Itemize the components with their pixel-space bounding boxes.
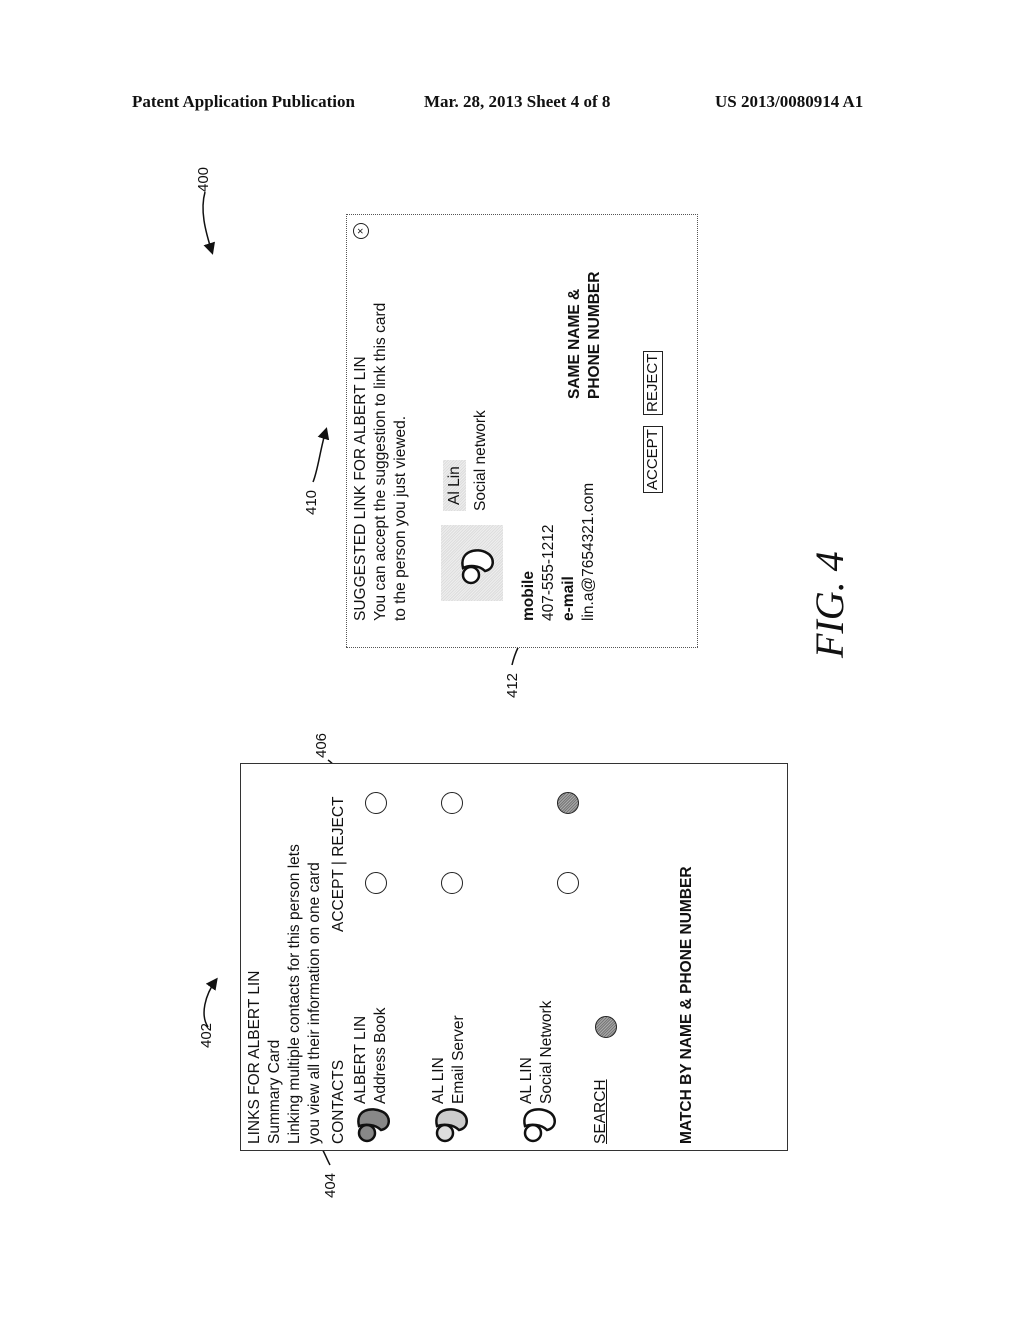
contact-3-reject-radio[interactable] xyxy=(557,792,579,814)
contact-3-source: Social Network xyxy=(538,1000,555,1104)
search-link[interactable]: SEARCH xyxy=(591,1079,610,1144)
email-value: lin.a@7654321.com xyxy=(580,482,597,621)
reason-line-2: PHONE NUMBER xyxy=(586,271,603,399)
suggestion-card: SUGGESTED LINK FOR ALBERT LIN You can ac… xyxy=(346,214,698,648)
person-icon-filled xyxy=(357,1108,390,1143)
suggested-contact-source: Social network xyxy=(472,410,489,511)
links-card-description-1: Linking multiple contacts for this perso… xyxy=(286,844,303,1144)
suggested-avatar xyxy=(441,525,503,601)
person-icon-shaded xyxy=(435,1108,468,1143)
person-icon xyxy=(461,549,494,585)
email-label: e-mail xyxy=(560,576,577,621)
suggestion-line-2: to the person you just viewed. xyxy=(392,415,409,621)
contacts-label: CONTACTS xyxy=(330,1059,347,1144)
reject-button[interactable]: REJECT xyxy=(643,350,663,415)
links-card-description-2: you view all their information on one ca… xyxy=(306,862,323,1144)
figure-label: FIG. 4 xyxy=(807,551,852,658)
links-card-subtitle: Summary Card xyxy=(266,1039,283,1144)
mobile-label: mobile xyxy=(520,571,537,621)
mobile-value: 407-555-1212 xyxy=(540,524,557,621)
contact-3-name: AL LIN xyxy=(518,1057,535,1104)
close-icon[interactable]: × xyxy=(353,223,369,239)
ref-404: 404 xyxy=(322,1172,339,1198)
arrow-410 xyxy=(312,427,330,483)
ref-406: 406 xyxy=(313,732,330,758)
match-note: MATCH BY NAME & PHONE NUMBER xyxy=(678,866,695,1144)
ref-402: 402 xyxy=(198,1022,215,1048)
ref-410: 410 xyxy=(303,489,320,515)
contact-2-name: AL LIN xyxy=(430,1057,447,1104)
suggestion-title: SUGGESTED LINK FOR ALBERT LIN xyxy=(352,356,369,621)
accept-button[interactable]: ACCEPT xyxy=(643,426,663,493)
ref-412: 412 xyxy=(504,672,521,698)
ref-400: 400 xyxy=(195,166,212,192)
contact-1-reject-radio[interactable] xyxy=(365,792,387,814)
contact-1-accept-radio[interactable] xyxy=(365,872,387,894)
person-icon-outline xyxy=(523,1108,556,1143)
links-card-title: LINKS FOR ALBERT LIN xyxy=(246,970,263,1144)
contact-1-source: Address Book xyxy=(372,1007,389,1105)
contact-2-accept-radio[interactable] xyxy=(441,872,463,894)
arrow-402 xyxy=(203,977,218,1028)
accept-reject-label: ACCEPT | REJECT xyxy=(330,796,347,932)
contact-2-source: Email Server xyxy=(450,1015,467,1104)
reason-line-1: SAME NAME & xyxy=(566,288,583,399)
contact-3-accept-radio[interactable] xyxy=(557,872,579,894)
contact-1-name: ALBERT LIN xyxy=(352,1015,369,1104)
search-indicator xyxy=(595,1016,617,1038)
arrow-400 xyxy=(202,191,215,255)
rotated-drawing: 400 402 404 406 408 410 412 418 LINKS FO… xyxy=(0,0,1024,1320)
contact-2-reject-radio[interactable] xyxy=(441,792,463,814)
suggested-contact-name: Al Lin xyxy=(443,460,466,511)
links-card: LINKS FOR ALBERT LIN Summary Card Linkin… xyxy=(240,763,788,1151)
suggestion-line-1: You can accept the suggestion to link th… xyxy=(372,302,389,621)
